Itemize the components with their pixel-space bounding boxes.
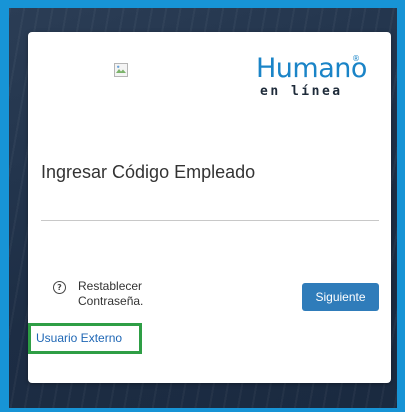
employee-code-input[interactable]: [41, 161, 376, 183]
input-underline: [41, 220, 379, 221]
help-circle-icon: ?: [53, 281, 66, 294]
reset-password-line1: Restablecer: [78, 279, 143, 293]
next-button[interactable]: Siguiente: [302, 283, 379, 311]
broken-image-icon: [114, 63, 128, 77]
humano-logo: Humano ® en línea: [256, 53, 367, 116]
logo-registered-mark: ®: [352, 54, 360, 63]
reset-password-link[interactable]: Restablecer Contraseña.: [78, 279, 178, 309]
page-background: Humano ® en línea ? Restablecer Contrase…: [0, 0, 405, 412]
reset-password-line2: Contraseña.: [78, 294, 144, 308]
logo-subtitle: en línea: [260, 84, 343, 99]
logo-main-text: Humano: [256, 53, 367, 84]
external-user-link[interactable]: Usuario Externo: [36, 331, 122, 345]
